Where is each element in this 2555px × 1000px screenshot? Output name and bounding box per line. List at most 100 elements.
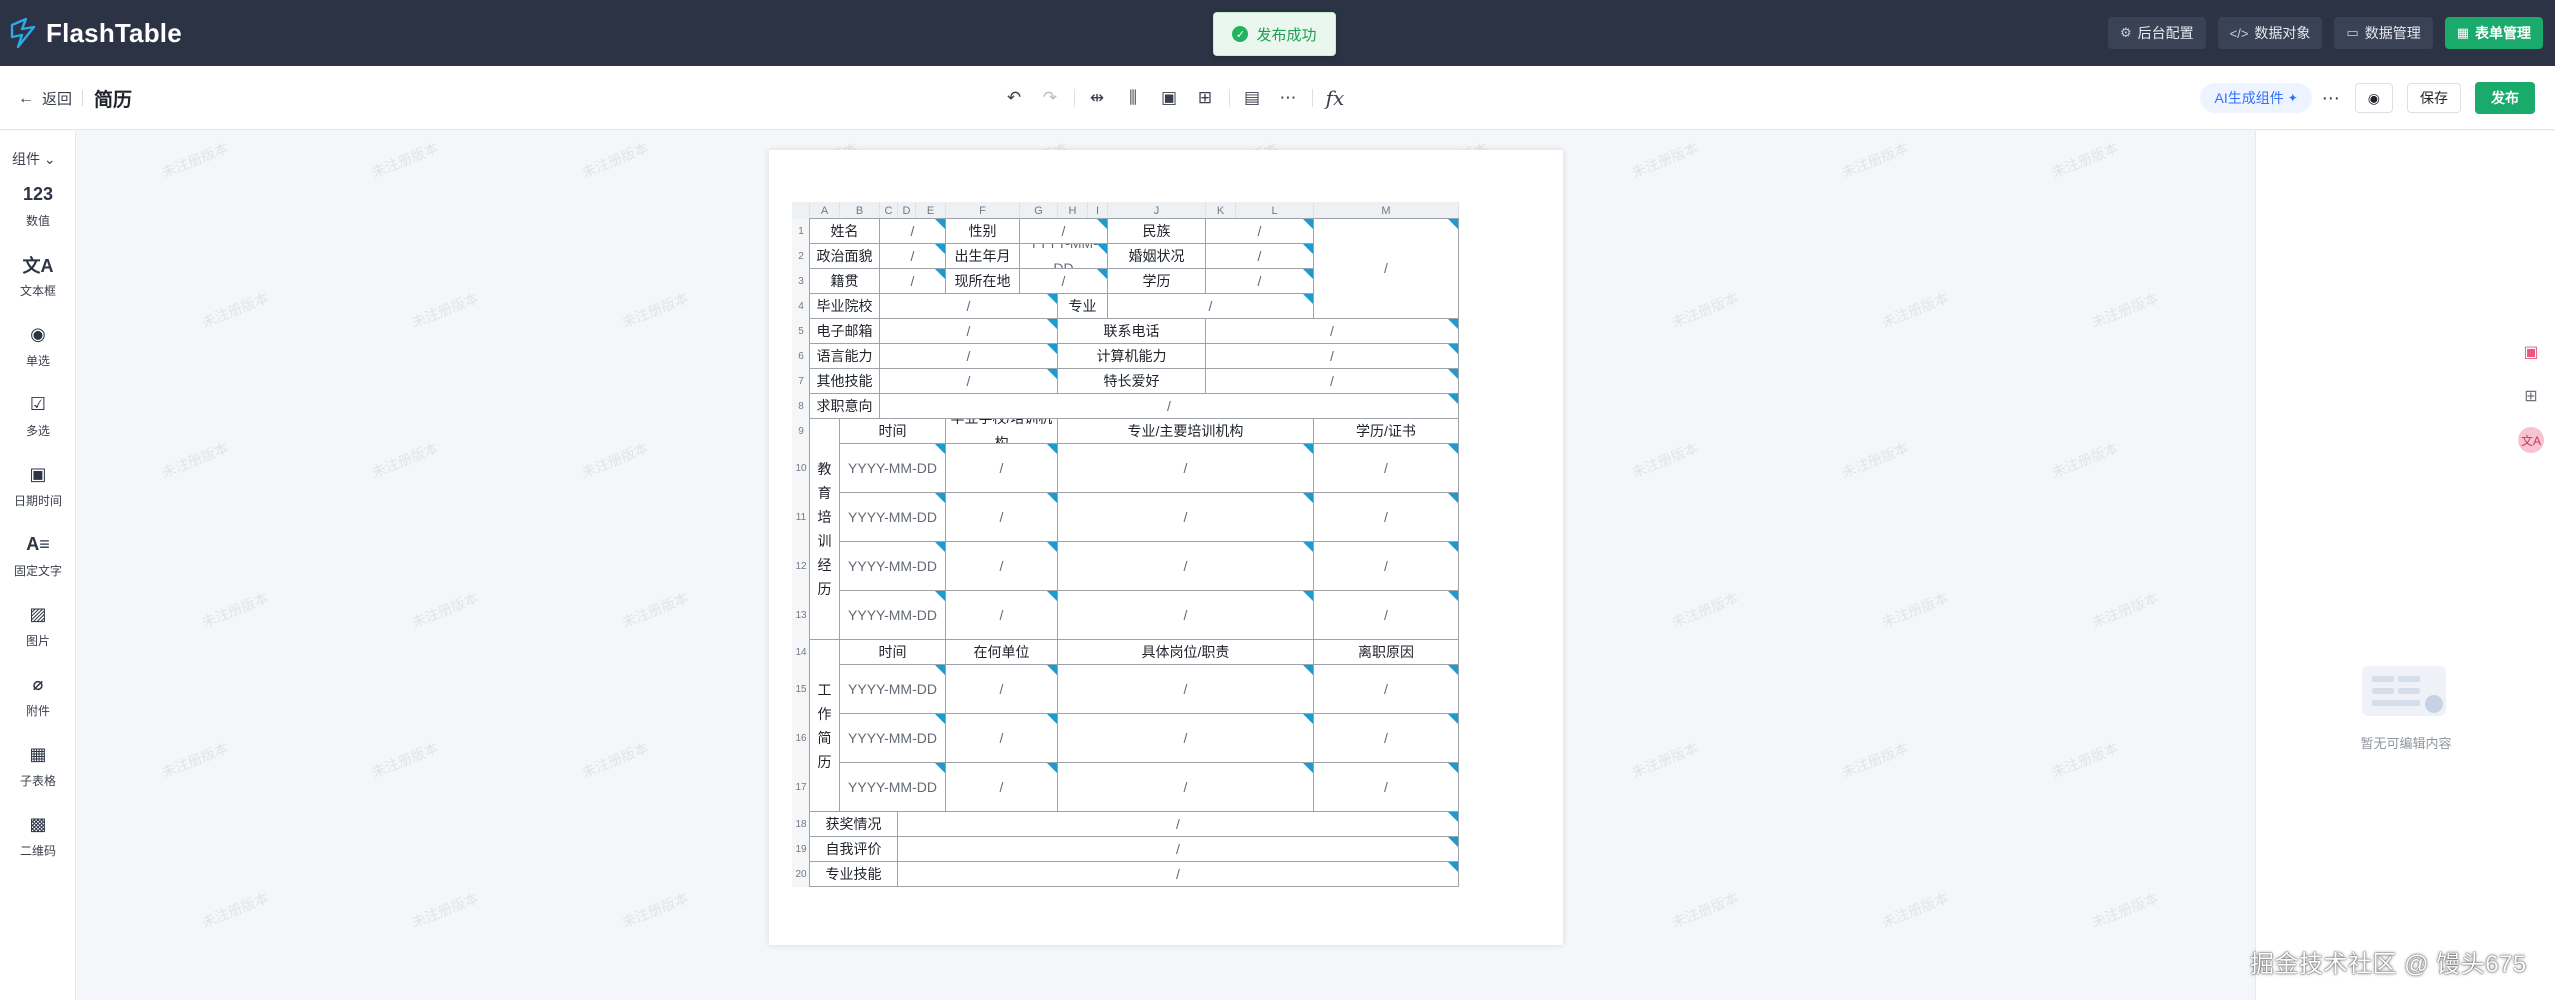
field-input[interactable]: / xyxy=(1205,243,1314,269)
row-header[interactable]: 2 xyxy=(792,244,810,269)
column-header[interactable]: K xyxy=(1206,202,1236,219)
field-input[interactable]: / xyxy=(1057,590,1314,640)
field-input[interactable]: / xyxy=(1313,541,1459,591)
more-icon[interactable]: ⋯ xyxy=(2322,88,2341,109)
field-input[interactable]: / xyxy=(945,664,1058,714)
field-input[interactable]: / xyxy=(1313,713,1459,763)
sidebar-item-radio[interactable]: ◉ 单选 xyxy=(0,316,76,376)
row-header[interactable]: 6 xyxy=(792,344,810,369)
field-input[interactable]: / xyxy=(879,318,1058,344)
field-input[interactable]: YYYY-MM-DD xyxy=(839,664,946,714)
data-manage-button[interactable]: ▭ 数据管理 xyxy=(2334,17,2433,49)
more-icon[interactable]: ⋯ xyxy=(1274,84,1302,112)
row-header[interactable]: 8 xyxy=(792,394,810,419)
row-header[interactable]: 20 xyxy=(792,862,810,887)
field-input[interactable]: / xyxy=(1313,218,1459,319)
field-input[interactable]: YYYY-MM-DD xyxy=(839,590,946,640)
row-header[interactable]: 13 xyxy=(792,591,810,640)
row-header[interactable]: 14 xyxy=(792,640,810,665)
sidebar-item-paperclip[interactable]: ⌀ 附件 xyxy=(0,666,76,726)
field-input[interactable]: / xyxy=(897,836,1459,862)
column-header[interactable]: G xyxy=(1020,202,1058,219)
row-header[interactable]: 4 xyxy=(792,294,810,319)
field-input[interactable]: / xyxy=(1205,318,1459,344)
sidebar-item-number[interactable]: 123 数值 xyxy=(0,176,76,236)
sidebar-item-text[interactable]: 文A 文本框 xyxy=(0,246,76,306)
row-header[interactable]: 15 xyxy=(792,665,810,714)
translate-icon[interactable]: 文A xyxy=(2518,427,2544,453)
save-button[interactable]: 保存 xyxy=(2407,83,2461,113)
field-input[interactable]: / xyxy=(945,713,1058,763)
row-header[interactable]: 16 xyxy=(792,714,810,763)
formula-icon[interactable]: fx xyxy=(1321,84,1349,112)
row-header[interactable]: 7 xyxy=(792,369,810,394)
apps-icon[interactable]: ⊞ xyxy=(2518,383,2544,409)
field-input[interactable]: / xyxy=(897,861,1459,887)
field-input[interactable]: / xyxy=(1205,368,1459,394)
field-input[interactable]: / xyxy=(1205,343,1459,369)
field-input[interactable]: / xyxy=(1313,762,1459,812)
fit-width-icon[interactable]: ⇹ xyxy=(1083,84,1111,112)
column-header[interactable]: A xyxy=(810,202,840,219)
column-header[interactable]: H xyxy=(1058,202,1088,219)
field-input[interactable]: YYYY-MM-DD xyxy=(839,713,946,763)
field-input[interactable]: / xyxy=(879,393,1459,419)
sidebar-item-image[interactable]: ▨ 图片 xyxy=(0,596,76,656)
app-logo[interactable]: FlashTable xyxy=(6,0,182,66)
field-input[interactable]: / xyxy=(1057,541,1314,591)
field-input[interactable]: / xyxy=(1019,218,1108,244)
column-header[interactable]: D xyxy=(898,202,916,219)
column-header[interactable]: E xyxy=(916,202,946,219)
publish-button[interactable]: 发布 xyxy=(2475,82,2535,114)
row-header[interactable]: 9 xyxy=(792,419,810,444)
row-header[interactable]: 18 xyxy=(792,812,810,837)
field-input[interactable]: / xyxy=(1205,268,1314,294)
field-input[interactable]: / xyxy=(897,811,1459,837)
field-input[interactable]: / xyxy=(945,762,1058,812)
field-input[interactable]: / xyxy=(1313,443,1459,493)
column-header[interactable]: I xyxy=(1088,202,1108,219)
field-input[interactable]: YYYY-MM-DD xyxy=(839,443,946,493)
component-group-toggle[interactable]: 组件 ⌄ xyxy=(12,149,56,169)
sidebar-item-qrcode[interactable]: ▩ 二维码 xyxy=(0,806,76,866)
table-grid-icon[interactable]: ⊞ xyxy=(1191,84,1219,112)
field-input[interactable]: / xyxy=(945,492,1058,542)
sidebar-item-checkbox[interactable]: ☑ 多选 xyxy=(0,386,76,446)
back-button[interactable]: ← 返回 xyxy=(18,88,72,109)
field-input[interactable]: / xyxy=(945,443,1058,493)
field-input[interactable]: / xyxy=(1057,443,1314,493)
field-input[interactable]: / xyxy=(879,368,1058,394)
backend-config-button[interactable]: ⚙ 后台配置 xyxy=(2107,17,2206,49)
column-header[interactable]: J xyxy=(1108,202,1206,219)
row-header[interactable]: 1 xyxy=(792,219,810,244)
row-header[interactable]: 19 xyxy=(792,837,810,862)
field-input[interactable]: / xyxy=(879,343,1058,369)
field-input[interactable]: / xyxy=(1107,293,1314,319)
column-header[interactable]: B xyxy=(840,202,880,219)
field-input[interactable]: / xyxy=(879,218,946,244)
row-header[interactable]: 11 xyxy=(792,493,810,542)
field-input[interactable]: / xyxy=(1057,492,1314,542)
field-input[interactable]: / xyxy=(879,268,946,294)
row-header[interactable]: 10 xyxy=(792,444,810,493)
form-manage-button[interactable]: ▦ 表单管理 xyxy=(2444,17,2543,49)
column-header[interactable]: F xyxy=(946,202,1020,219)
gift-icon[interactable]: ▣ xyxy=(2518,339,2544,365)
undo-icon[interactable]: ↶ xyxy=(1000,84,1028,112)
fit-columns-icon[interactable]: ⫼ xyxy=(1119,84,1147,112)
column-header[interactable]: M xyxy=(1314,202,1459,219)
sheet-corner[interactable] xyxy=(792,202,810,219)
ai-generate-button[interactable]: AI生成组件 ✦ xyxy=(2200,83,2312,113)
field-input[interactable]: / xyxy=(945,541,1058,591)
cell-style-icon[interactable]: ▤ xyxy=(1238,84,1266,112)
sidebar-item-fixed-text[interactable]: A≡ 固定文字 xyxy=(0,526,76,586)
field-input[interactable]: / xyxy=(1057,664,1314,714)
field-input[interactable]: / xyxy=(1205,218,1314,244)
sidebar-item-subtable[interactable]: ▦ 子表格 xyxy=(0,736,76,796)
field-input[interactable]: / xyxy=(879,243,946,269)
field-input[interactable]: / xyxy=(1313,664,1459,714)
field-input[interactable]: / xyxy=(879,293,1058,319)
data-object-button[interactable]: </> 数据对象 xyxy=(2217,17,2323,49)
sidebar-item-calendar[interactable]: ▣ 日期时间 xyxy=(0,456,76,516)
field-input[interactable]: / xyxy=(1057,762,1314,812)
